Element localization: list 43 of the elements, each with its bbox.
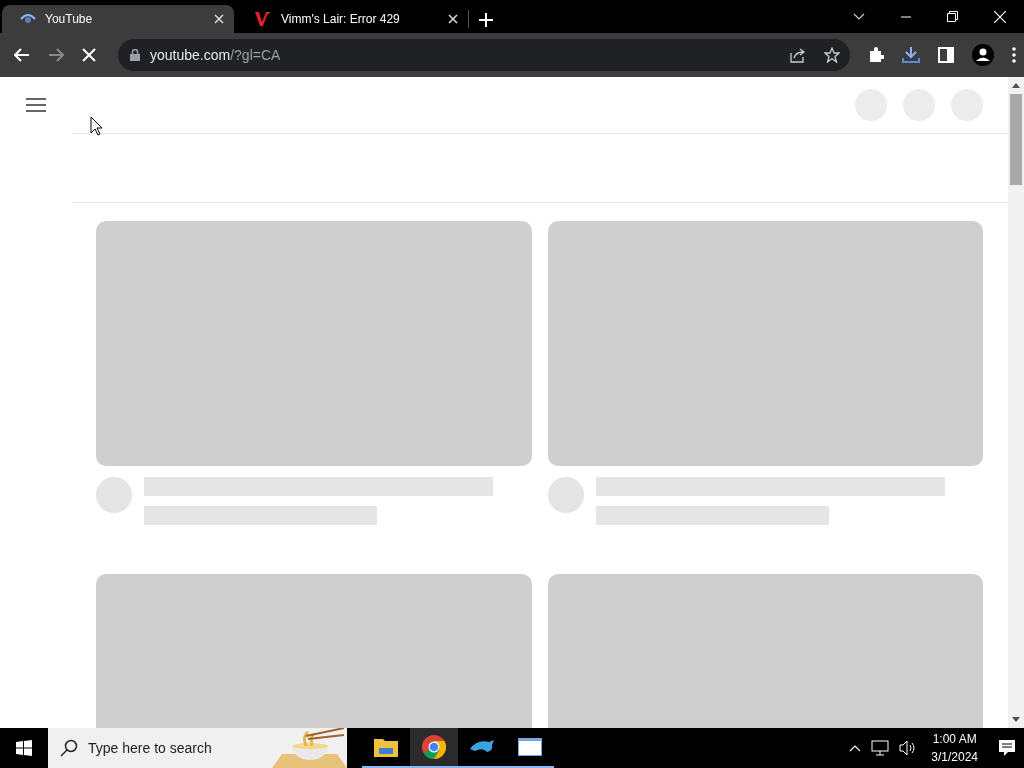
browser-tab[interactable]: Vimm's Lair: Error 429	[236, 5, 468, 33]
restore-icon[interactable]	[947, 11, 958, 22]
clock-time[interactable]: 1:00 AM	[932, 730, 977, 748]
mouse-cursor-icon	[90, 116, 103, 136]
lock-icon	[130, 49, 140, 61]
chevron-up-icon[interactable]	[849, 744, 862, 752]
windows-logo-icon[interactable]	[16, 740, 32, 756]
v-logo-icon	[254, 11, 272, 27]
scroll-down-icon[interactable]	[1012, 717, 1020, 722]
address-bar[interactable]: youtube.com/?gl=CA	[118, 39, 850, 71]
forward-arrow-icon[interactable]	[48, 48, 64, 62]
side-panel-icon[interactable]	[938, 47, 954, 63]
minimize-icon[interactable]	[901, 15, 911, 18]
speaker-icon[interactable]	[899, 740, 918, 756]
share-icon[interactable]	[790, 47, 806, 63]
star-icon[interactable]	[824, 47, 840, 63]
plus-icon[interactable]	[479, 13, 493, 27]
back-arrow-icon[interactable]	[14, 48, 30, 62]
network-icon[interactable]	[871, 740, 890, 756]
dolphin-icon[interactable]	[469, 739, 495, 755]
folder-icon[interactable]	[374, 737, 398, 757]
more-menu-icon[interactable]	[1012, 47, 1016, 63]
menu-icon[interactable]	[26, 98, 46, 112]
puzzle-icon[interactable]	[868, 47, 884, 63]
scrollbar[interactable]	[1008, 77, 1024, 728]
avatar-placeholder	[96, 477, 132, 513]
chevron-down-icon[interactable]	[853, 12, 865, 21]
avatar-placeholder	[548, 477, 584, 513]
close-icon[interactable]	[214, 14, 224, 24]
profile-avatar-icon[interactable]	[972, 44, 994, 66]
url-text: youtube.com/?gl=CA	[150, 47, 282, 63]
notification-icon[interactable]	[998, 739, 1016, 757]
close-icon[interactable]	[448, 14, 458, 24]
stop-icon[interactable]	[82, 48, 96, 62]
clock-date[interactable]: 3/1/2024	[931, 748, 978, 766]
browser-tab[interactable]: YouTube	[2, 5, 234, 33]
scrollbar-thumb[interactable]	[1010, 94, 1022, 185]
search-field[interactable]: Type here to search	[88, 740, 258, 756]
scroll-up-icon[interactable]	[1012, 83, 1020, 88]
taskbar-app[interactable]	[410, 728, 458, 768]
search-icon	[60, 739, 78, 757]
chrome-icon[interactable]	[422, 735, 446, 759]
download-icon[interactable]	[902, 46, 920, 64]
